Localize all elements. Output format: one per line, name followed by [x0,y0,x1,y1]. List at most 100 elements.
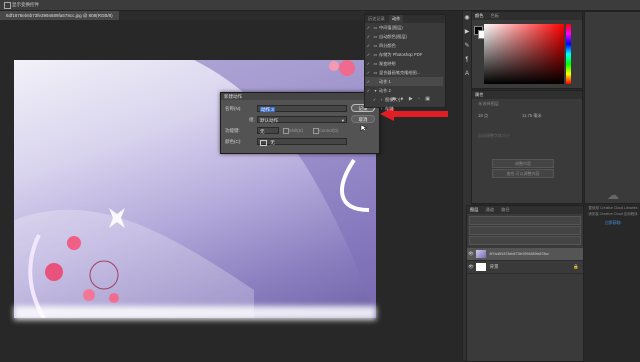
action-item[interactable]: ✓ ▭ 中间值(图层) [365,23,443,32]
name-label: 名称(N): [225,106,242,111]
options-bar: 显示变换控件 [0,0,640,11]
layer-name: 背景 [489,264,499,269]
eye-icon[interactable]: 👁 [467,261,475,273]
action-name-field[interactable]: 动作 3 [257,105,347,112]
action-step[interactable]: ✓ › 存储 [365,104,449,113]
expand-chevron-icon: › [380,106,383,111]
dialog-title: 新建动作 [221,93,379,100]
tab-layers[interactable]: 图层 [467,207,481,212]
properties-subtitle: 未选择图层 [478,101,499,106]
action-item[interactable]: ✓ ▭ 渐变映射 [365,59,443,68]
check-icon: ✓ [366,43,371,48]
brush-icon[interactable]: ✎ [463,39,471,53]
action-item[interactable]: ✓ ▭ 存储为 Photoshop PDF [365,50,443,59]
lock-controls[interactable] [469,236,581,245]
new-action-dialog: 新建动作 名称(N): 动作 3 组: 默认动作 ▾ 功能键: 无 Shift(… [220,92,380,154]
libraries-panel: ☁ 要使用 Creative Cloud Libraries 请安装 Creat… [584,11,640,225]
flower-bottom-left-4 [109,293,119,303]
set-label: 组: [249,117,255,122]
properties-title: 属性 [472,91,582,99]
properties-note: 自动调整字体大小 [478,133,510,138]
layers-panel: 图层 通道 路径 👁 8f7ad8f1878eb673fe3994689fa57… [466,205,584,362]
action-item-label: 自动颜色(图层) [379,34,407,39]
transform-toggle-label: 显示变换控件 [12,2,39,7]
function-key-value: 无 [260,129,265,134]
layer-name: 8f7ad8f1878eb673fe3994689fa578cc [489,252,550,256]
action-item-label: 混合器画笔克隆绘图... [379,70,421,75]
action-item-label: 存储 [385,106,394,111]
tab-swatches[interactable]: 色板 [488,13,502,18]
action-name-value: 动作 3 [260,107,275,112]
color-select[interactable]: 无 [257,138,347,146]
action-item[interactable]: ✓ ▭ 混合器画笔克隆绘图... [365,68,443,77]
flower-top-right-small [329,61,339,71]
adjust-content-button[interactable]: 调整内容 [492,159,554,168]
check-icon: ✓ [372,97,377,102]
light-wave-shape [14,209,254,318]
actions-panel: 历史记录 动作 ✓ ▭ 中间值(图层) ✓ ▭ 自动颜色(图层) ✓ ▭ 四分颜色 ✓ ▭ 存储… [364,14,446,111]
layer-filter-bar[interactable] [469,216,581,225]
layer-thumbnail [476,262,487,271]
layer-thumbnail [476,249,487,258]
font-size-value[interactable]: 18 点 [478,113,488,119]
check-icon: ✓ [366,25,371,30]
action-item-label: 存储为 Photoshop PDF [379,52,423,57]
action-set-value: 默认动作 [260,118,278,123]
function-key-select[interactable]: 无 [257,127,279,134]
dialog-toggle-icon: ▭ [373,34,378,39]
canvas-blur-strip [14,306,376,320]
expand-chevron-icon: › [380,97,383,102]
action-item[interactable]: ✓ ▭ 四分颜色 [365,41,443,50]
check-icon: ✓ [372,106,377,111]
flower-bottom-left [67,236,81,250]
blend-mode-select[interactable] [469,226,581,235]
character-icon[interactable]: A [463,67,471,81]
action-item-label: 动作 2 [379,88,391,93]
tab-channels[interactable]: 通道 [483,207,497,212]
layer-row[interactable]: 👁 8f7ad8f1878eb673fe3994689fa578cc [467,248,583,261]
tab-paths[interactable]: 路径 [498,207,512,212]
eye-icon[interactable]: 👁 [467,248,475,260]
function-key-label: 功能键: [225,128,240,133]
color-value: 无 [270,140,275,145]
check-icon: ✓ [366,70,371,75]
cursor-icon [360,124,368,132]
dialog-toggle-icon: ▭ [373,43,378,48]
action-item-label: 四分颜色 [379,43,396,48]
action-item-label: 渐变映射 [379,61,396,66]
color-field-picker[interactable] [484,24,564,84]
control-label: Control(O) [319,128,339,133]
tab-actions[interactable]: 动作 [388,15,404,23]
action-item[interactable]: ✓ ▭ 自动颜色(图层) [365,32,443,41]
creative-cloud-icon: ☁ [607,188,619,202]
libraries-line1: 要使用 Creative Cloud Libraries [588,206,638,210]
cancel-button[interactable]: 取消 [351,115,375,123]
action-set-select[interactable]: 默认动作 ▾ [257,116,347,123]
check-icon: ✓ [366,52,371,57]
history-icon[interactable]: ◉ [463,11,471,25]
dialog-toggle-icon: ▭ [373,25,378,30]
action-item-label: 中间值(图层) [379,25,403,30]
layer-row[interactable]: 👁 背景 🔒 [467,261,583,274]
paragraph-icon[interactable]: ¶ [463,53,471,67]
document-tab[interactable]: 8df1878eb6b73fe3994689fa578cc.jpg @ 808(… [0,11,119,20]
shift-label: Shift(S) [289,128,303,133]
action-item-label: 动作 1 [379,79,391,84]
transform-checkbox[interactable] [4,2,11,9]
flower-bottom-left-2 [45,263,63,281]
actions-panel-buttons[interactable]: ■ ● ▶ ▫ ▣ [392,96,432,102]
tab-history[interactable]: 历史记录 [365,16,388,21]
leading-value[interactable]: 11.75 毫米 [522,113,542,119]
find-content-button[interactable]: 查找 可以调整内容 [492,169,554,178]
chevron-down-icon: ▾ [341,118,344,123]
libraries-line2: 请安装 Creative Cloud 应用程序 [588,212,638,216]
get-it-now-link[interactable]: 立即获取! [593,220,633,226]
check-icon: ✓ [366,79,371,84]
play-icon[interactable]: ▶ [463,25,471,39]
flower-bottom-left-3 [83,289,95,301]
check-icon: ✓ [366,88,371,93]
tab-color[interactable]: 颜色 [472,13,486,18]
action-item-selected[interactable]: ✓ 动作 1 [365,77,443,86]
hue-slider[interactable] [566,24,571,84]
action-item[interactable]: ✓ ▾ 动作 2 [365,86,443,95]
